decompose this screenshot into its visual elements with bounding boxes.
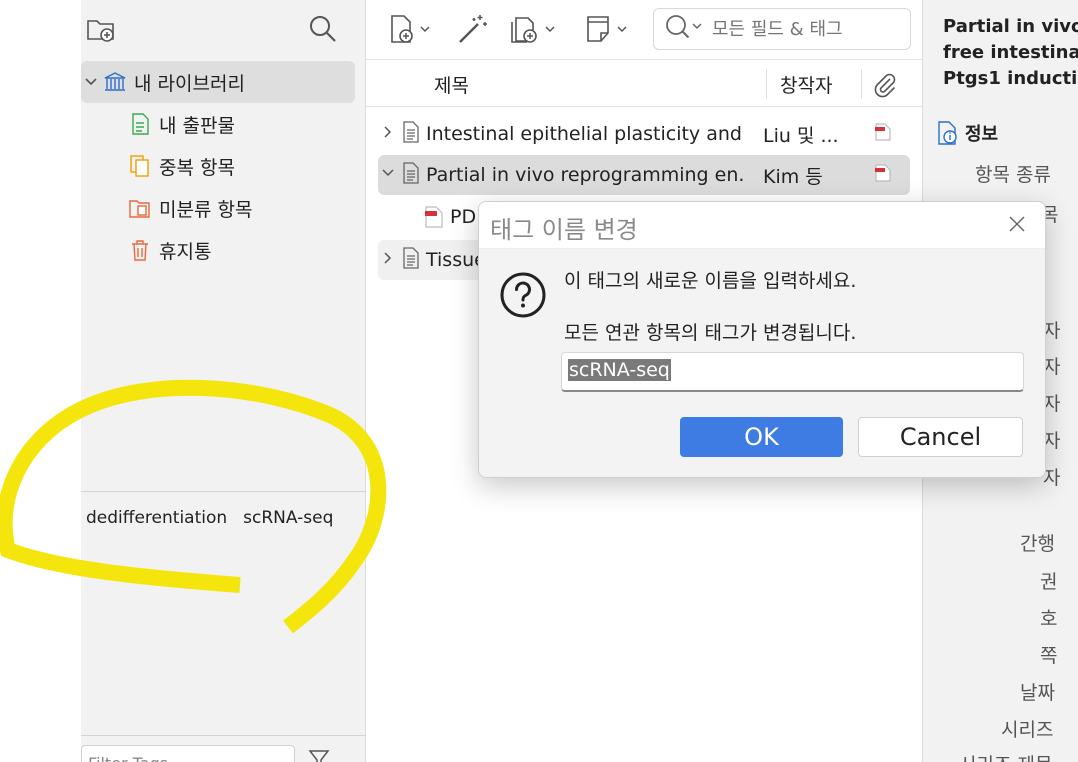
annotation-stroke xyxy=(0,379,387,634)
add-attachment-button[interactable] xyxy=(508,12,560,46)
tree-item-my-library[interactable]: 내 라이브러리 xyxy=(84,67,245,97)
chevron-down-icon[interactable] xyxy=(378,167,398,183)
dialog-body: 이 태그의 새로운 이름을 입력하세요. 모든 연관 항목의 태그가 변경됩니다… xyxy=(479,249,1045,477)
search-icon[interactable] xyxy=(664,12,706,46)
item-title-line: Ptgs1 induction xyxy=(943,68,1078,89)
dialog-submessage: 모든 연관 항목의 태그가 변경됩니다. xyxy=(564,322,857,344)
table-row[interactable]: Partial in vivo reprogramming en... Kim … xyxy=(378,155,910,195)
dialog-titlebar[interactable]: 태그 이름 변경 xyxy=(479,202,1045,249)
chevron-right-icon[interactable] xyxy=(378,125,398,143)
table-row[interactable]: Intestinal epithelial plasticity and ...… xyxy=(378,114,910,154)
pdf-icon[interactable] xyxy=(874,163,892,187)
field-label: 호 xyxy=(1040,608,1058,630)
item-title-line: free intestinal xyxy=(943,42,1078,63)
document-icon xyxy=(402,246,420,274)
search-icon[interactable] xyxy=(308,14,338,48)
document-icon xyxy=(402,161,420,189)
tag-filter-input[interactable]: Filter Tags xyxy=(81,745,295,762)
tree-item-duplicates[interactable]: 중복 항목 xyxy=(129,151,235,181)
trash-icon xyxy=(129,239,151,261)
tag-menu-icon[interactable] xyxy=(308,748,330,762)
attachment-column-icon[interactable] xyxy=(872,72,898,102)
tag-name-value: scRNA-seq xyxy=(568,359,671,381)
info-section-header[interactable]: 정보 xyxy=(937,120,998,146)
pdf-icon[interactable] xyxy=(874,122,892,146)
tree-item-trash[interactable]: 휴지통 xyxy=(129,235,211,265)
info-header-label: 정보 xyxy=(965,124,999,145)
field-label: 권 xyxy=(1040,571,1058,593)
magic-wand-button[interactable] xyxy=(456,12,490,46)
field-label: 날짜 xyxy=(1020,682,1055,704)
tree-item-label: 중복 항목 xyxy=(159,156,235,179)
tree-item-my-publications[interactable]: 내 출판물 xyxy=(129,109,235,139)
question-icon xyxy=(499,271,547,323)
tree-item-label: 휴지통 xyxy=(159,240,212,263)
unfiled-icon xyxy=(129,197,151,219)
item-title: Partial in vivo free intestinal Ptgs1 in… xyxy=(943,14,1078,92)
items-column-header: 제목 창작자 xyxy=(366,61,922,107)
document-icon xyxy=(402,120,420,148)
column-creator[interactable]: 창작자 xyxy=(780,71,832,98)
item-search-box[interactable] xyxy=(653,8,911,50)
tree-item-label: 미분류 항목 xyxy=(159,198,253,221)
new-item-button[interactable] xyxy=(388,12,434,46)
tree-item-unfiled[interactable]: 미분류 항목 xyxy=(129,193,252,223)
info-icon xyxy=(937,121,959,145)
chevron-down-icon[interactable] xyxy=(84,75,100,89)
library-label: 내 라이브러리 xyxy=(134,72,245,95)
field-label: 항목 종류 xyxy=(975,164,1051,186)
items-toolbar xyxy=(366,0,922,60)
close-icon[interactable] xyxy=(1007,214,1027,238)
dialog-title: 태그 이름 변경 xyxy=(490,216,638,244)
rename-tag-dialog: 태그 이름 변경 이 태그의 새로운 이름을 입력하세요. 모든 연관 항목의 … xyxy=(478,201,1046,478)
row-title: Intestinal epithelial plasticity and ... xyxy=(426,123,744,145)
new-note-button[interactable] xyxy=(584,12,634,46)
search-input[interactable] xyxy=(712,18,892,40)
item-title-line: Partial in vivo xyxy=(943,16,1078,37)
tree-item-label: 내 출판물 xyxy=(159,114,235,137)
ok-button[interactable]: OK xyxy=(680,417,843,457)
chevron-right-icon[interactable] xyxy=(378,251,398,269)
cancel-button[interactable]: Cancel xyxy=(858,417,1023,457)
field-label: 시리즈 xyxy=(1001,719,1054,741)
new-collection-icon[interactable] xyxy=(86,14,116,48)
field-label: 시리즈 제목 xyxy=(959,750,1052,762)
field-label: 쪽 xyxy=(1040,645,1058,667)
row-creator: Liu 및 ... xyxy=(763,124,839,147)
row-creator: Kim 등 xyxy=(763,165,823,188)
column-title[interactable]: 제목 xyxy=(434,71,469,98)
row-title: Partial in vivo reprogramming en... xyxy=(426,164,744,186)
duplicates-icon xyxy=(129,155,151,177)
publications-icon xyxy=(129,113,151,135)
dialog-message: 이 태그의 새로운 이름을 입력하세요. xyxy=(564,270,857,292)
field-label: 간행 xyxy=(1020,533,1055,555)
row-title: Tissue xyxy=(426,249,486,271)
pdf-icon xyxy=(424,206,444,228)
library-icon xyxy=(104,71,126,93)
tag-name-input[interactable]: scRNA-seq xyxy=(561,352,1024,392)
